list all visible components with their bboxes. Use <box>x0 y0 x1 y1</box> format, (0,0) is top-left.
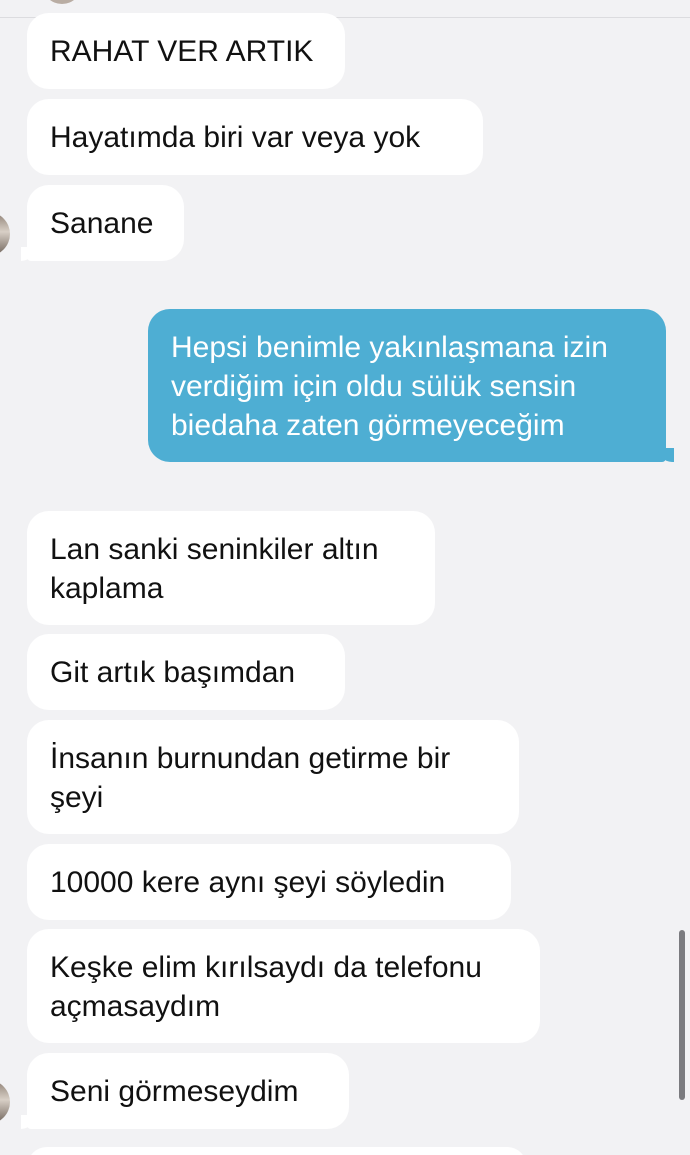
message-incoming[interactable]: Lan sanki seninkiler altın kaplama <box>27 511 435 625</box>
scrollbar[interactable] <box>679 930 685 1100</box>
message-outgoing[interactable]: Hepsi benimle yakınlaşmana izin verdiğim… <box>148 309 674 462</box>
message-incoming[interactable]: Keşke elim kırılsaydı da telefonu açmasa… <box>27 929 540 1043</box>
message-incoming[interactable]: Git artık başımdan <box>27 634 345 710</box>
message-incoming-partial[interactable] <box>27 1147 527 1155</box>
message-incoming[interactable]: 10000 kere aynı şeyi söyledin <box>27 844 511 920</box>
message-incoming[interactable]: Seni görmeseydim <box>21 1053 349 1129</box>
contact-avatar[interactable] <box>42 0 82 4</box>
contact-avatar[interactable] <box>0 212 10 256</box>
message-incoming[interactable]: RAHAT VER ARTIK <box>27 13 345 89</box>
message-incoming[interactable]: Hayatımda biri var veya yok <box>27 99 483 175</box>
contact-avatar[interactable] <box>0 1080 10 1124</box>
message-incoming[interactable]: İnsanın burnundan getirme bir şeyi <box>27 720 519 834</box>
message-incoming[interactable]: Sanane <box>21 185 184 261</box>
